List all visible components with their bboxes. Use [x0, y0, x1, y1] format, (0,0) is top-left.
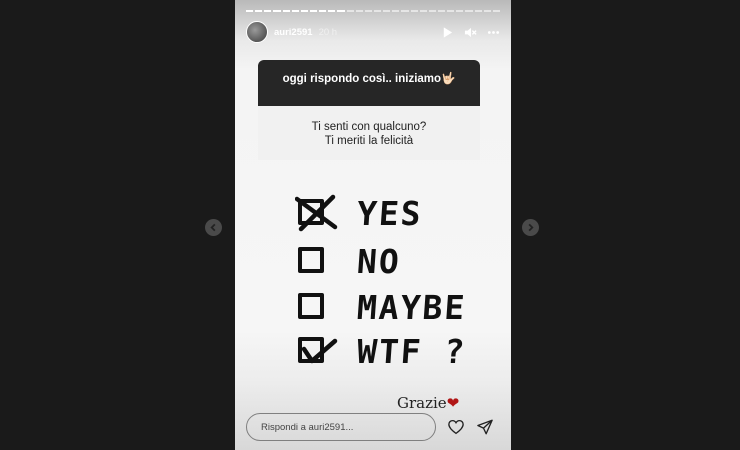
progress-segment: [309, 10, 318, 12]
checklist-item-maybe: MAYBE: [295, 287, 475, 327]
question-line-1: Ti senti con qualcuno?: [311, 121, 427, 133]
paper-plane-icon[interactable]: [476, 418, 494, 436]
checkbox-empty: [298, 247, 324, 273]
progress-segment: [346, 10, 354, 12]
heart-emoji: ❤: [446, 394, 460, 412]
checkbox-empty: [298, 293, 324, 319]
progress-segment: [291, 10, 299, 12]
heart-outline-icon[interactable]: [447, 418, 465, 436]
question-sticker: oggi rispondo così.. iniziamo🤟🏻 Ti senti…: [258, 60, 480, 160]
progress-segment: [465, 10, 473, 12]
progress-segment: [410, 10, 418, 12]
story-header: auri2591 20 h: [246, 21, 500, 43]
chevron-right-icon: [528, 223, 534, 232]
progress-segment: [337, 10, 345, 12]
checklist-item-yes: YES: [295, 193, 475, 233]
progress-segment: [364, 10, 372, 12]
grazie-text: Grazie: [397, 394, 447, 412]
progress-segment: [264, 10, 272, 12]
story-controls: [441, 26, 500, 39]
question-sticker-body: Ti senti con qualcuno? Ti meriti la feli…: [258, 106, 480, 160]
checklist-label: MAYBE: [355, 288, 468, 327]
username[interactable]: auri2591: [274, 27, 313, 38]
checklist-item-wtf: WTF ?: [295, 331, 475, 371]
progress-segment: [300, 10, 308, 12]
progress-segment: [401, 10, 409, 12]
checklist-label: NO: [355, 242, 403, 281]
more-horizontal-icon[interactable]: [487, 26, 500, 39]
progress-segment: [392, 10, 400, 12]
play-icon[interactable]: [441, 26, 454, 39]
question-line-2: Ti meriti la felicità: [324, 135, 414, 147]
story-progress-bar: [246, 10, 500, 12]
next-story-button[interactable]: [522, 219, 539, 236]
checklist-label: WTF ?: [355, 332, 468, 371]
checklist-label: YES: [355, 194, 424, 233]
story-viewer[interactable]: auri2591 20 h oggi rispondo così.. inizi…: [235, 0, 511, 450]
progress-segment: [447, 10, 455, 12]
progress-segment: [456, 10, 464, 12]
progress-segment: [319, 10, 327, 12]
progress-segment: [492, 10, 500, 12]
x-mark-icon: [295, 194, 338, 232]
progress-segment: [355, 10, 363, 12]
question-sticker-header: oggi rispondo così.. iniziamo🤟🏻: [258, 60, 480, 106]
chevron-left-icon: [210, 223, 216, 232]
progress-segment: [428, 10, 436, 12]
progress-segment: [282, 10, 290, 12]
reply-field[interactable]: [246, 413, 436, 441]
progress-segment: [419, 10, 427, 12]
progress-segment: [246, 10, 254, 12]
progress-segment: [437, 10, 446, 12]
signature-text: Grazie❤: [397, 394, 459, 412]
progress-segment: [373, 10, 382, 12]
avatar[interactable]: [246, 21, 268, 43]
progress-segment: [483, 10, 491, 12]
progress-segment: [474, 10, 482, 12]
progress-segment: [255, 10, 263, 12]
check-mark-icon: [301, 338, 338, 364]
speaker-muted-icon[interactable]: [464, 26, 477, 39]
reply-input[interactable]: [261, 421, 431, 433]
checklist-item-no: NO: [295, 241, 475, 281]
progress-segment: [328, 10, 336, 12]
progress-segment: [273, 10, 281, 12]
post-time: 20 h: [318, 26, 338, 38]
previous-story-button[interactable]: [205, 219, 222, 236]
progress-segment: [383, 10, 391, 12]
